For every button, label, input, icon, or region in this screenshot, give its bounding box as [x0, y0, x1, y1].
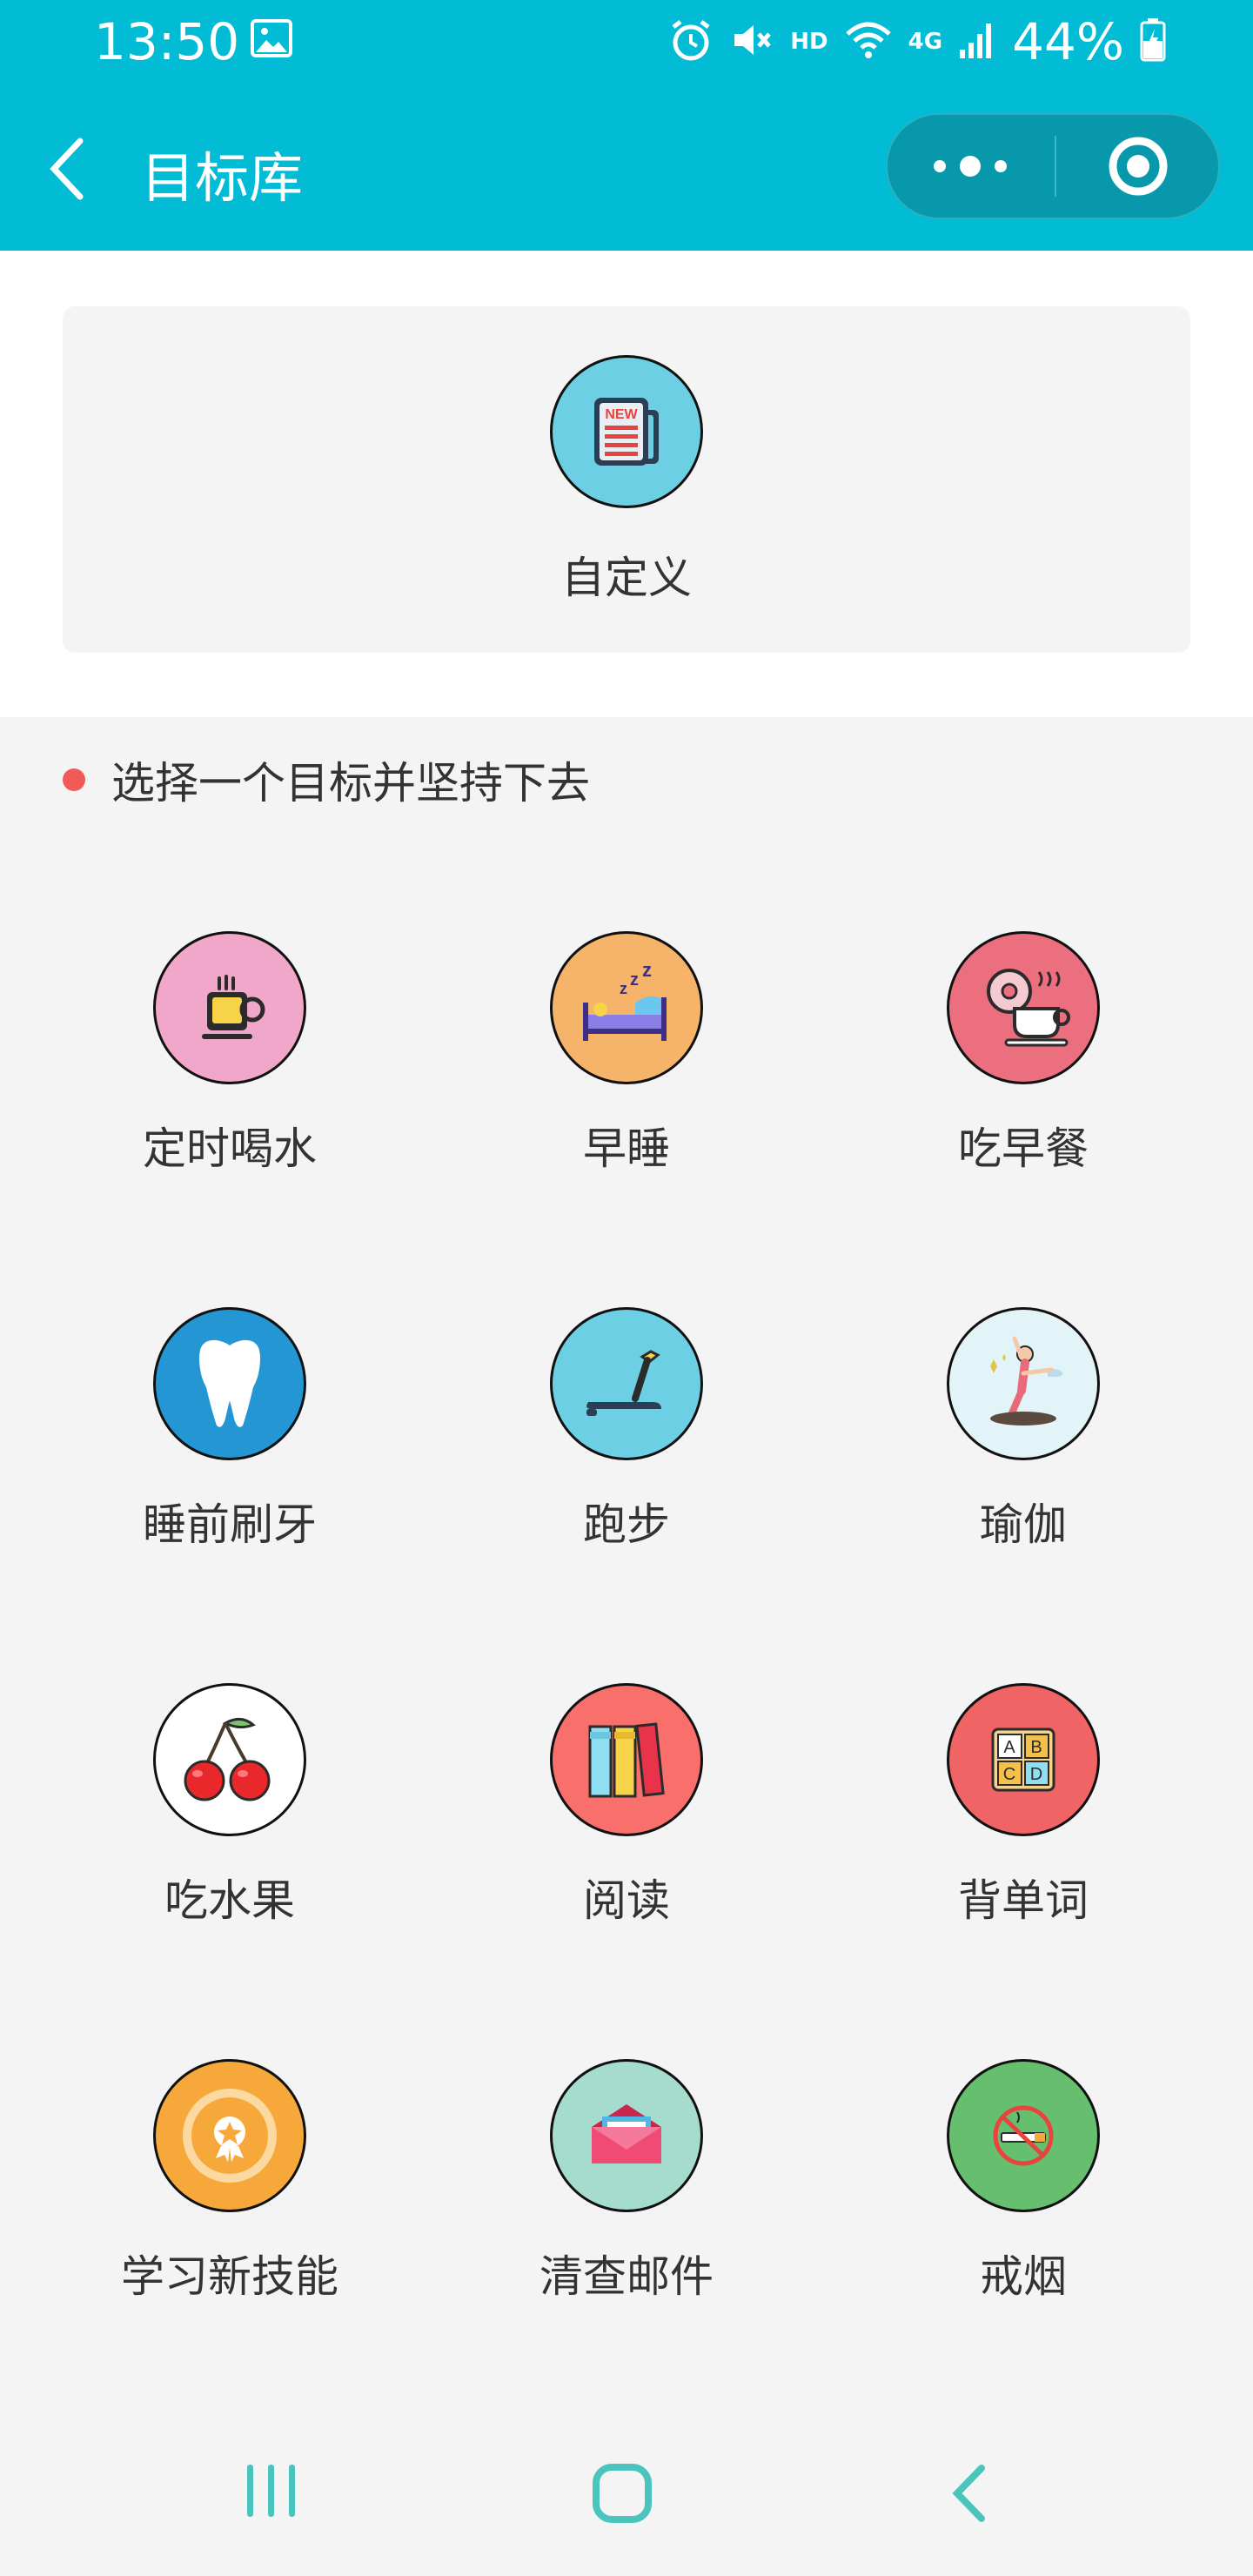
red-dot-icon: [63, 768, 85, 791]
svg-text:D: D: [1030, 1765, 1042, 1784]
system-navigation-bar: [0, 2402, 1253, 2576]
back-arrow-icon: [952, 2465, 985, 2522]
coffee-cup-icon: [153, 931, 306, 1084]
hd-indicator: HD: [790, 29, 828, 55]
cherry-icon: [153, 1683, 306, 1836]
goal-label: 瑜伽: [980, 1499, 1067, 1550]
goal-label: 定时喝水: [143, 1124, 317, 1174]
goal-item-quit-smoking[interactable]: 戒烟: [841, 2059, 1206, 2320]
donut-coffee-icon: [947, 931, 1100, 1084]
svg-text:B: B: [1030, 1738, 1042, 1757]
goal-item-reading[interactable]: 阅读: [444, 1683, 809, 1944]
home-icon: [593, 2464, 652, 2523]
books-icon: [550, 1683, 703, 1836]
goal-item-yoga[interactable]: 瑜伽: [841, 1307, 1206, 1568]
goal-label: 阅读: [583, 1875, 670, 1926]
battery-percentage: 44%: [1012, 12, 1124, 71]
treadmill-icon: [550, 1307, 703, 1460]
goal-item-brush-teeth[interactable]: 睡前刷牙: [47, 1307, 412, 1568]
custom-goal-label: 自定义: [561, 553, 692, 603]
svg-text:NEW: NEW: [605, 407, 638, 422]
sleeping-bed-icon: z z z: [550, 931, 703, 1084]
capsule-divider: [1055, 136, 1056, 197]
home-button[interactable]: [592, 2463, 653, 2527]
goal-label: 学习新技能: [121, 2251, 338, 2302]
svg-text:A: A: [1003, 1738, 1015, 1757]
goal-item-vocabulary[interactable]: A B C D 背单词: [841, 1683, 1206, 1944]
goal-item-breakfast[interactable]: 吃早餐: [841, 931, 1206, 1192]
yoga-icon: [947, 1307, 1100, 1460]
goal-label: 跑步: [583, 1499, 670, 1550]
goal-label: 吃水果: [164, 1875, 295, 1926]
back-button[interactable]: [45, 136, 89, 205]
close-miniprogram-button[interactable]: [1058, 115, 1218, 218]
svg-text:z: z: [620, 980, 627, 997]
mini-program-capsule: [886, 113, 1220, 219]
section-header: 选择一个目标并坚持下去: [63, 748, 590, 811]
battery-icon: [1140, 18, 1166, 65]
more-button[interactable]: [888, 115, 1053, 218]
system-back-button[interactable]: [948, 2463, 992, 2527]
navigation-bar: 目标库: [0, 82, 1253, 251]
goal-label: 清查邮件: [539, 2251, 714, 2302]
image-notification-icon: [251, 19, 292, 61]
goal-label: 吃早餐: [958, 1124, 1089, 1174]
more-dots-icon: [934, 156, 1007, 177]
goal-item-sleep-early[interactable]: z z z 早睡: [444, 931, 809, 1192]
no-smoking-icon: [947, 2059, 1100, 2212]
goal-label: 早睡: [583, 1124, 670, 1174]
envelope-icon: [550, 2059, 703, 2212]
custom-goal-card[interactable]: NEW 自定义: [63, 306, 1190, 653]
tooth-icon: [153, 1307, 306, 1460]
goal-label: 睡前刷牙: [143, 1499, 317, 1550]
recent-apps-icon: [247, 2465, 295, 2517]
goal-label: 戒烟: [980, 2251, 1067, 2302]
recent-apps-button[interactable]: [244, 2463, 299, 2522]
goal-label: 背单词: [958, 1875, 1089, 1926]
section-title: 选择一个目标并坚持下去: [111, 758, 590, 808]
abc-blocks-icon: A B C D: [947, 1683, 1100, 1836]
status-bar: 13:50 HD 4G 44%: [0, 0, 1253, 82]
svg-text:C: C: [1003, 1765, 1015, 1784]
svg-text:z: z: [642, 964, 652, 981]
goal-item-learn-skill[interactable]: 学习新技能: [47, 2059, 412, 2320]
svg-text:z: z: [630, 970, 639, 989]
custom-section: NEW 自定义: [0, 251, 1253, 717]
wifi-icon: [844, 20, 893, 64]
newspaper-icon: NEW: [550, 355, 703, 508]
goal-item-running[interactable]: 跑步: [444, 1307, 809, 1568]
signal-icon: [958, 20, 996, 64]
status-time: 13:50: [94, 12, 240, 71]
goal-item-drink-water[interactable]: 定时喝水: [47, 931, 412, 1192]
network-type: 4G: [908, 29, 943, 55]
medal-icon: [153, 2059, 306, 2212]
target-circle-icon: [1109, 137, 1168, 196]
goal-item-eat-fruit[interactable]: 吃水果: [47, 1683, 412, 1944]
page-title: 目标库: [141, 146, 304, 210]
alarm-icon: [668, 18, 714, 65]
mute-icon: [729, 18, 774, 65]
goal-item-check-mail[interactable]: 清查邮件: [444, 2059, 809, 2320]
